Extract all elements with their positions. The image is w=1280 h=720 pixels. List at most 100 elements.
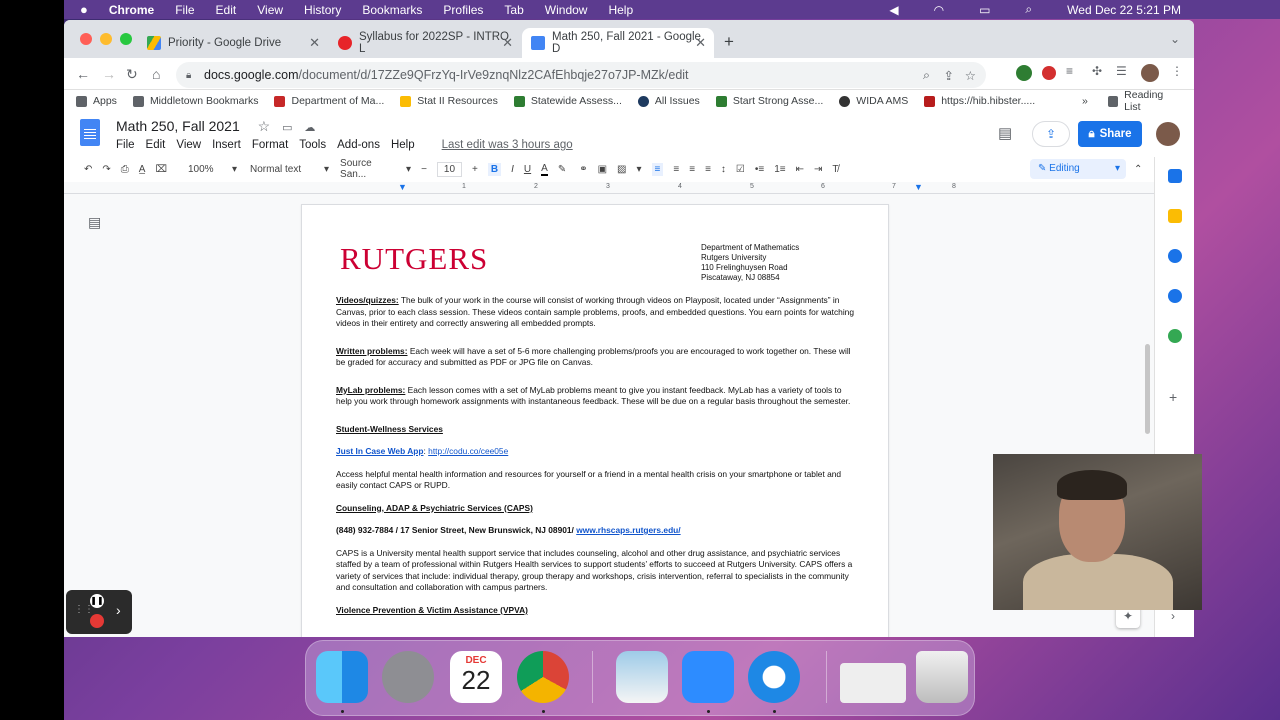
safari-icon[interactable]: [748, 651, 800, 703]
print-icon[interactable]: ⎙: [121, 164, 129, 175]
menubar-file[interactable]: File: [175, 3, 194, 17]
ruler[interactable]: 1 2 3 4 5 6 7 8 ▼ ▼: [64, 182, 1154, 194]
caps-url-link[interactable]: www.rhscaps.rutgers.edu/: [576, 525, 680, 535]
align-left-icon[interactable]: ≡: [651, 162, 664, 176]
docs-home-icon[interactable]: [80, 119, 100, 146]
chrome-icon[interactable]: [517, 651, 569, 703]
decrease-font-icon[interactable]: −: [421, 164, 427, 175]
bookmark-start-strong[interactable]: Start Strong Asse...: [715, 95, 823, 107]
image-icon[interactable]: ▨: [617, 164, 626, 175]
highlight-icon[interactable]: ✎: [558, 164, 566, 175]
font-size-input[interactable]: 10: [436, 161, 463, 177]
bulleted-list-icon[interactable]: •≡: [755, 164, 764, 175]
jic-link[interactable]: Just In Case Web App: [336, 446, 424, 456]
outline-icon[interactable]: ▤: [88, 214, 101, 231]
comment-add-icon[interactable]: ▣: [598, 164, 607, 175]
calendar-icon[interactable]: [1168, 169, 1182, 183]
finder-icon[interactable]: [316, 651, 368, 703]
extensions-puzzle-icon[interactable]: ✣: [1092, 64, 1102, 78]
line-spacing-icon[interactable]: ↕: [721, 164, 726, 175]
volume-icon[interactable]: ◀: [889, 3, 898, 17]
last-edit-link[interactable]: Last edit was 3 hours ago: [442, 139, 573, 151]
bookmark-middletown[interactable]: Middletown Bookmarks: [132, 95, 258, 107]
menubar-history[interactable]: History: [304, 3, 341, 17]
style-select[interactable]: Normal text: [250, 164, 314, 175]
menubar-profiles[interactable]: Profiles: [443, 3, 483, 17]
home-icon[interactable]: ⌂: [152, 66, 160, 82]
menubar-edit[interactable]: Edit: [216, 3, 237, 17]
font-select[interactable]: Source San...: [340, 158, 396, 180]
bookmark-statewide[interactable]: Statewide Assess...: [513, 95, 622, 107]
cloud-status-icon[interactable]: ☁: [304, 122, 315, 134]
preview-icon[interactable]: [616, 651, 668, 703]
spellcheck-icon[interactable]: A̲: [139, 164, 146, 175]
close-icon[interactable]: ✕: [309, 35, 320, 51]
bookmark-hib[interactable]: https://hib.hibster.....: [924, 95, 1035, 107]
decrease-indent-icon[interactable]: ⇤: [796, 164, 804, 175]
menu-tools[interactable]: Tools: [299, 139, 326, 151]
menu-file[interactable]: File: [116, 139, 135, 151]
zoom-icon[interactable]: [682, 651, 734, 703]
menu-edit[interactable]: Edit: [146, 139, 166, 151]
clock[interactable]: Wed Dec 22 5:21 PM: [1067, 3, 1181, 17]
wifi-icon[interactable]: ◠: [934, 3, 944, 17]
bold-icon[interactable]: B: [487, 162, 502, 176]
minimize-window-button[interactable]: [100, 33, 112, 45]
present-button[interactable]: ⇪: [1032, 121, 1070, 147]
extension-icon[interactable]: ≡: [1066, 64, 1073, 78]
bookmark-star-icon[interactable]: ☆: [965, 68, 976, 83]
menu-addons[interactable]: Add-ons: [337, 139, 380, 151]
chevron-down-icon[interactable]: ▾: [232, 164, 237, 175]
move-folder-icon[interactable]: ▭: [282, 122, 292, 134]
maps-icon[interactable]: [1168, 329, 1182, 343]
menubar-bookmarks[interactable]: Bookmarks: [362, 3, 422, 17]
close-icon[interactable]: ✕: [695, 35, 706, 51]
doc-title[interactable]: Math 250, Fall 2021 ☆ ▭ ☁: [116, 118, 315, 135]
redo-icon[interactable]: ↷: [102, 164, 110, 175]
menubar-tab[interactable]: Tab: [504, 3, 523, 17]
menubar-view[interactable]: View: [257, 3, 283, 17]
menubar-help[interactable]: Help: [608, 3, 633, 17]
menubar-window[interactable]: Window: [545, 3, 588, 17]
italic-icon[interactable]: I: [511, 164, 514, 175]
reading-list-button[interactable]: Reading List: [1108, 89, 1178, 113]
add-addon-icon[interactable]: +: [1169, 389, 1177, 405]
editing-mode-select[interactable]: ✎ Editing ▾: [1030, 159, 1126, 179]
chevron-right-icon[interactable]: ›: [116, 602, 121, 618]
bookmark-all-issues[interactable]: All Issues: [637, 95, 700, 107]
profile-avatar[interactable]: [1141, 64, 1159, 82]
scrollbar-thumb[interactable]: [1145, 344, 1150, 434]
undo-icon[interactable]: ↶: [84, 164, 92, 175]
align-right-icon[interactable]: ≡: [689, 164, 695, 175]
increase-font-icon[interactable]: +: [472, 164, 478, 175]
underline-icon[interactable]: U: [524, 164, 531, 175]
url-input[interactable]: 🔒︎ docs.google.com/document/d/17ZZe9QFrz…: [176, 62, 986, 88]
collapse-menu-icon[interactable]: ⌃: [1134, 164, 1142, 175]
tab-math250[interactable]: Math 250, Fall 2021 - Google D ✕: [522, 28, 714, 58]
bookmark-stat2[interactable]: Stat II Resources: [400, 95, 498, 107]
apple-icon[interactable]: ●: [80, 2, 88, 17]
reading-list-icon[interactable]: ☰: [1116, 64, 1127, 78]
text-color-icon[interactable]: A: [541, 163, 548, 176]
chevron-down-icon[interactable]: ▾: [637, 164, 642, 175]
trash-icon[interactable]: [916, 651, 968, 703]
expand-panel-icon[interactable]: ›: [1171, 609, 1175, 623]
close-window-button[interactable]: [80, 33, 92, 45]
document-page[interactable]: RUTGERS Department of Mathematics Rutgers…: [301, 204, 889, 637]
tab-drive[interactable]: Priority - Google Drive ✕: [138, 28, 328, 58]
account-avatar[interactable]: [1156, 122, 1180, 146]
spotlight-icon[interactable]: ⌕: [1025, 2, 1032, 17]
justify-icon[interactable]: ≡: [705, 164, 711, 175]
bookmark-department[interactable]: Department of Ma...: [274, 95, 384, 107]
contacts-icon[interactable]: [1168, 289, 1182, 303]
indent-marker-icon[interactable]: ▼: [398, 182, 407, 192]
pause-icon[interactable]: ❚❚: [90, 594, 104, 608]
increase-indent-icon[interactable]: ⇥: [814, 164, 822, 175]
close-icon[interactable]: ✕: [502, 35, 513, 51]
share-page-icon[interactable]: ⇪: [944, 68, 954, 83]
menu-format[interactable]: Format: [252, 139, 288, 151]
reload-icon[interactable]: ↻: [126, 66, 138, 83]
settings-icon[interactable]: [382, 651, 434, 703]
indent-marker-icon[interactable]: ▼: [914, 182, 923, 192]
keep-icon[interactable]: [1168, 209, 1182, 223]
